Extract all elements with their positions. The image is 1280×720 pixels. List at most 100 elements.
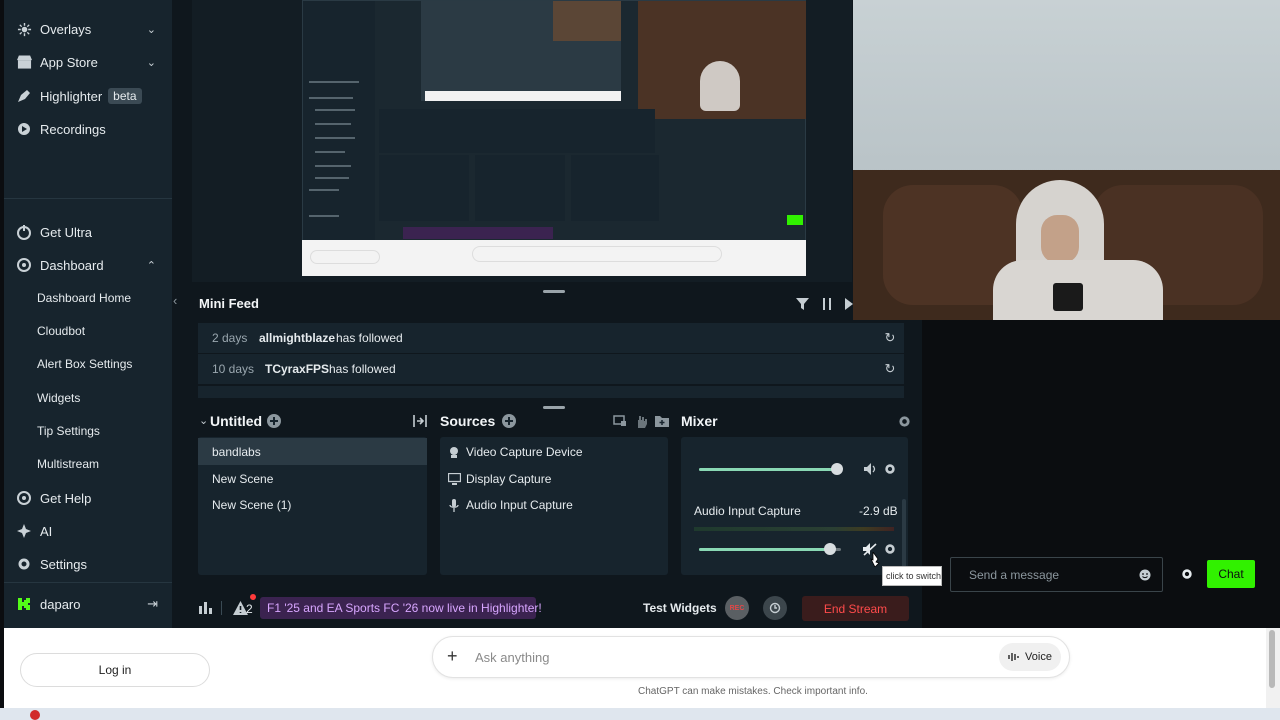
chevron-down-icon[interactable]: ⌄ <box>147 56 156 69</box>
gear-icon[interactable] <box>882 461 898 477</box>
volume-slider-knob[interactable] <box>831 463 843 475</box>
screen-share-icon[interactable] <box>612 413 628 429</box>
resize-handle[interactable] <box>543 406 565 409</box>
folder-add-icon[interactable] <box>654 413 670 429</box>
chevron-up-icon[interactable]: ⌃ <box>147 259 156 272</box>
voice-label: Voice <box>1025 651 1052 663</box>
sidebar-item-dashboard[interactable]: Dashboard ⌃ <box>4 250 172 280</box>
mixer-scrollbar[interactable] <box>902 499 906 569</box>
scenes-panel: bandlabs New Scene New Scene (1) <box>198 437 427 575</box>
sidebar-item-get-ultra[interactable]: Get Ultra <box>4 217 172 247</box>
sidebar-item-label: Get Ultra <box>40 224 93 240</box>
sidebar-item-highlighter[interactable]: Highlighter beta <box>4 81 172 111</box>
scene-item[interactable]: New Scene <box>212 472 273 486</box>
waveform-icon <box>1008 653 1019 661</box>
sidebar-divider <box>4 582 172 583</box>
sidebar-subitem-multistream[interactable]: Multistream <box>37 457 99 471</box>
sidebar-item-label: Recordings <box>40 121 106 137</box>
volume-slider-knob[interactable] <box>824 543 836 555</box>
source-item[interactable]: Video Capture Device <box>466 445 583 459</box>
store-icon <box>16 54 32 70</box>
sidebar: Overlays ⌄ App Store ⌄ Highlighter beta … <box>4 0 172 628</box>
nested-chatgpt-bar <box>302 240 806 276</box>
audio-level-meter <box>694 527 894 531</box>
logout-icon[interactable]: ⇥ <box>147 596 158 612</box>
sidebar-collapse-strip: ‹ <box>172 0 184 628</box>
list-item: 10 days TCyraxFPS has followed ↻ <box>198 354 904 384</box>
microphone-icon <box>447 498 461 512</box>
camera-icon <box>447 445 461 459</box>
source-item[interactable]: Display Capture <box>466 472 551 486</box>
feed-action: has followed <box>329 362 396 376</box>
sidebar-item-recordings[interactable]: Recordings <box>4 114 172 144</box>
chat-message-input[interactable]: Send a message <box>950 557 1163 592</box>
nested-sources <box>475 155 565 221</box>
sidebar-subitem-cloudbot[interactable]: Cloudbot <box>37 324 85 338</box>
sidebar-item-overlays[interactable]: Overlays ⌄ <box>4 14 172 44</box>
sidebar-item-label: Highlighter <box>40 88 103 104</box>
mixer-settings-gear-icon[interactable] <box>896 413 912 429</box>
login-button[interactable]: Log in <box>20 653 210 687</box>
voice-button[interactable]: Voice <box>999 643 1061 671</box>
page-scrollbar[interactable] <box>1266 628 1280 708</box>
nested-screen-capture <box>302 0 806 276</box>
gear-icon[interactable] <box>882 541 898 557</box>
pause-icon[interactable] <box>820 296 834 312</box>
scene-transition-icon[interactable] <box>412 413 428 429</box>
chat-send-button[interactable]: Chat <box>1207 560 1255 588</box>
scene-collection-title[interactable]: Untitled <box>210 413 262 429</box>
plus-icon[interactable]: + <box>447 646 458 667</box>
stats-bar-chart-icon[interactable] <box>197 600 213 616</box>
alert-count: 2 <box>246 602 253 616</box>
rec-button[interactable]: REC <box>725 596 749 620</box>
sidebar-subitem-dashboard-home[interactable]: Dashboard Home <box>37 291 131 305</box>
mixer-channel-name: Audio Input Capture <box>694 504 801 518</box>
user-account[interactable]: daparo ⇥ <box>4 589 172 619</box>
banner-text: F1 '25 and EA Sports FC '26 now live in … <box>267 601 542 615</box>
highlighter-banner[interactable]: F1 '25 and EA Sports FC '26 now live in … <box>260 597 542 619</box>
sidebar-item-get-help[interactable]: Get Help <box>4 483 172 513</box>
hand-icon[interactable] <box>633 413 649 429</box>
replay-icon[interactable]: ↻ <box>882 361 898 377</box>
feed-user: allmightblaze <box>259 331 336 345</box>
ask-anything-input[interactable]: + Ask anything Voice <box>432 636 1070 678</box>
resize-handle[interactable] <box>543 290 565 293</box>
nested-webcam-large <box>638 1 806 119</box>
gear-icon <box>16 556 32 572</box>
feed-time: 2 days <box>212 331 248 345</box>
emoji-icon[interactable] <box>1139 568 1151 586</box>
sidebar-subitem-widgets[interactable]: Widgets <box>37 391 80 405</box>
collapse-arrow-icon[interactable]: ‹ <box>173 293 177 308</box>
sidebar-divider <box>4 198 172 199</box>
add-scene-icon[interactable] <box>266 413 282 429</box>
overlays-icon <box>16 21 32 37</box>
scene-item[interactable]: New Scene (1) <box>212 498 291 512</box>
scene-item[interactable]: bandlabs <box>212 445 261 459</box>
sidebar-item-settings[interactable]: Settings <box>4 549 172 579</box>
chevron-down-icon[interactable]: ⌄ <box>147 23 156 36</box>
nested-webcam <box>553 1 621 41</box>
sidebar-subitem-tip-settings[interactable]: Tip Settings <box>37 424 100 438</box>
os-taskbar <box>0 708 1280 720</box>
chevron-down-icon[interactable]: ⌄ <box>199 414 208 427</box>
chat-settings-gear-icon[interactable] <box>1180 567 1194 581</box>
end-stream-button[interactable]: End Stream <box>802 596 909 621</box>
sidebar-item-label: Dashboard <box>40 257 104 273</box>
chat-placeholder: Send a message <box>969 568 1060 582</box>
source-item[interactable]: Audio Input Capture <box>466 498 573 512</box>
filter-icon[interactable] <box>794 296 810 312</box>
nested-scenes <box>379 155 469 221</box>
replay-buffer-button[interactable] <box>763 596 787 620</box>
disclaimer: ChatGPT can make mistakes. Check importa… <box>638 686 868 697</box>
monitor-icon <box>447 472 461 486</box>
replay-icon[interactable]: ↻ <box>882 330 898 346</box>
sidebar-item-ai[interactable]: AI <box>4 516 172 546</box>
sidebar-item-app-store[interactable]: App Store ⌄ <box>4 47 172 77</box>
sidebar-subitem-alert-box[interactable]: Alert Box Settings <box>37 357 132 371</box>
feed-time: 10 days <box>212 362 255 376</box>
test-widgets-button[interactable]: Test Widgets <box>643 601 717 615</box>
sources-panel: Video Capture Device Display Capture Aud… <box>440 437 668 575</box>
ai-sparkle-icon <box>16 523 32 539</box>
speaker-icon[interactable] <box>862 461 878 477</box>
add-source-icon[interactable] <box>501 413 517 429</box>
